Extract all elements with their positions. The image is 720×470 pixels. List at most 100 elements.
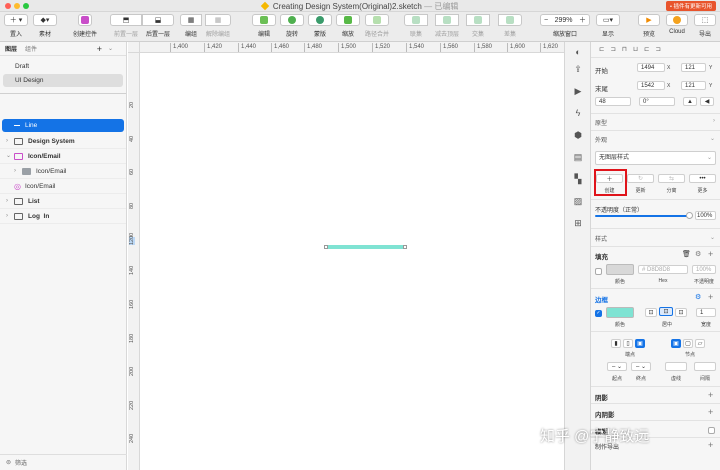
create-symbol-tool[interactable]: 创建控件 xyxy=(68,14,102,38)
chevron-down-icon[interactable]: ⌄ xyxy=(710,135,715,142)
blur-checkbox[interactable] xyxy=(708,427,715,434)
chevron-right-icon[interactable]: › xyxy=(6,194,14,209)
fill-checkbox[interactable] xyxy=(595,268,602,275)
add-border-icon[interactable]: + xyxy=(708,292,713,302)
intersect-tool[interactable]: 交集 xyxy=(466,14,490,38)
tab-components[interactable]: 组件 xyxy=(25,44,37,53)
forward-button[interactable]: ⬒ xyxy=(110,14,142,26)
group-tool[interactable]: ▦ 编组 xyxy=(180,14,202,38)
add-fill-icon[interactable]: + xyxy=(708,249,713,259)
filter-bar[interactable]: ⊜ 筛选 xyxy=(0,454,127,470)
chevron-down-icon[interactable]: ⌄ xyxy=(6,149,14,164)
update-style-button[interactable]: ↻ xyxy=(627,174,654,183)
flatten-tool[interactable]: 路径合并 xyxy=(362,14,392,38)
fill-color-swatch[interactable] xyxy=(606,264,634,275)
end-arrow-select[interactable]: – ⌄ xyxy=(631,362,651,371)
backward-button[interactable]: ⬓ xyxy=(142,14,174,26)
more-style-button[interactable]: ••• xyxy=(689,174,716,183)
end-x-field[interactable]: 1542 xyxy=(637,81,665,90)
layer-style-select[interactable]: 无图层样式 ⌄ xyxy=(595,151,716,165)
opacity-slider-knob[interactable] xyxy=(686,212,693,219)
opacity-field[interactable]: 100% xyxy=(695,211,716,220)
rotate-button[interactable] xyxy=(280,14,304,26)
settings-icon[interactable]: ⚙ xyxy=(695,250,701,258)
zoom-tool[interactable]: − 299% ＋ 缩放窗口 xyxy=(540,14,590,38)
difference-button[interactable] xyxy=(498,14,522,26)
play-icon[interactable]: ▶ xyxy=(573,86,583,96)
add-export-icon[interactable]: + xyxy=(708,440,713,450)
mask-button[interactable] xyxy=(308,14,332,26)
tab-layers[interactable]: 图层 xyxy=(5,44,17,53)
subtract-button[interactable] xyxy=(435,14,459,26)
border-center-icon[interactable]: ⊡ xyxy=(659,307,673,316)
chevron-down-icon[interactable]: ⌄ xyxy=(710,234,715,241)
insert-tool[interactable]: ＋ ▾ 置入 xyxy=(3,14,29,38)
start-arrow-select[interactable]: – ⌄ xyxy=(607,362,627,371)
cloud-tool[interactable]: Cloud xyxy=(666,14,688,35)
layer-list[interactable]: › List xyxy=(0,194,126,209)
update-badge[interactable]: • 插件有更新可用 xyxy=(666,1,716,11)
dash-field[interactable] xyxy=(665,362,687,371)
chevron-right-icon[interactable]: › xyxy=(713,118,715,124)
width-field[interactable]: 48 xyxy=(595,97,631,106)
rotation-field[interactable]: 0° xyxy=(639,97,675,106)
union-button[interactable] xyxy=(404,14,428,26)
preview-button[interactable]: ▶ xyxy=(638,14,660,26)
insert-button[interactable]: ＋ ▾ xyxy=(4,14,28,26)
flip-vertical-icon[interactable]: ◀ xyxy=(700,97,714,106)
align-icons[interactable]: ⊏⊐⊓⊔⊏⊐ xyxy=(599,45,667,53)
line-end-handle[interactable] xyxy=(403,245,407,249)
add-page-icon[interactable]: + xyxy=(97,44,102,54)
border-outside-icon[interactable]: ⊡ xyxy=(675,308,687,317)
assets-tool[interactable]: ◆▾ 素材 xyxy=(32,14,58,38)
round-join-icon[interactable]: ▢ xyxy=(683,339,693,348)
export-tool[interactable]: ⬚ 导出 xyxy=(694,14,716,38)
butt-cap-icon[interactable]: ▮ xyxy=(611,339,621,348)
flip-horizontal-icon[interactable]: ▲ xyxy=(683,97,697,106)
miter-join-icon[interactable]: ▣ xyxy=(671,339,681,348)
round-cap-icon[interactable]: ▯ xyxy=(623,339,633,348)
flatten-button[interactable] xyxy=(365,14,389,26)
assets-button[interactable]: ◆▾ xyxy=(33,14,57,26)
edit-tool[interactable]: 编辑 xyxy=(252,14,276,38)
settings-icon[interactable]: ⚙ xyxy=(695,293,701,301)
scale-tool[interactable]: 缩放 xyxy=(336,14,360,38)
bolt-icon[interactable]: ϟ xyxy=(573,108,583,118)
detach-style-button[interactable]: ⇆ xyxy=(658,174,685,183)
opacity-slider[interactable] xyxy=(595,212,693,219)
line-start-handle[interactable] xyxy=(324,245,328,249)
rotate-tool[interactable]: 旋转 xyxy=(280,14,304,38)
border-checkbox[interactable]: ✓ xyxy=(595,310,602,317)
chevron-right-icon[interactable]: › xyxy=(14,164,22,179)
image-icon[interactable]: ▨ xyxy=(573,196,583,206)
group-button[interactable]: ▦ xyxy=(180,14,202,26)
fill-hex-field[interactable]: # D8D8D8 xyxy=(638,265,688,274)
trash-icon[interactable]: 🗑 xyxy=(682,250,691,258)
zoom-control[interactable]: − 299% ＋ xyxy=(540,14,590,26)
difference-tool[interactable]: 差集 xyxy=(498,14,522,38)
craft-icon[interactable]: ◐ xyxy=(573,47,583,57)
layout-icon[interactable]: ▤ xyxy=(573,152,583,162)
end-y-field[interactable]: 121 xyxy=(681,81,706,90)
page-item-ui-design[interactable]: UI Design xyxy=(3,74,123,87)
zoom-in-icon[interactable]: ＋ xyxy=(579,15,586,25)
border-color-swatch[interactable] xyxy=(606,307,634,318)
border-width-field[interactable]: 1 xyxy=(696,308,716,317)
ungroup-tool[interactable]: ▦ 解除编组 xyxy=(202,14,234,38)
layer-design-system[interactable]: › Design System xyxy=(0,134,126,149)
cloud-button[interactable] xyxy=(666,14,688,26)
page-item-draft[interactable]: Draft xyxy=(3,60,123,73)
chevron-right-icon[interactable]: › xyxy=(6,209,14,224)
hexagon-icon[interactable]: ⬢ xyxy=(573,130,583,140)
layer-icon-email-artboard[interactable]: ⌄ Icon/Email xyxy=(0,149,126,164)
border-inside-icon[interactable]: ⊡ xyxy=(645,308,657,317)
chevron-right-icon[interactable]: › xyxy=(6,134,14,149)
intersect-button[interactable] xyxy=(466,14,490,26)
layer-line[interactable]: Line xyxy=(2,119,124,132)
prototype-header[interactable]: 原型 xyxy=(595,118,607,127)
selected-line-shape[interactable] xyxy=(326,245,406,249)
backward-tool[interactable]: ⬓ 后置一层 xyxy=(142,14,174,38)
subtract-tool[interactable]: 减去顶层 xyxy=(430,14,464,38)
layer-icon-email-symbol[interactable]: ◎ Icon/Email xyxy=(0,179,126,194)
mask-tool[interactable]: 蒙版 xyxy=(308,14,332,38)
